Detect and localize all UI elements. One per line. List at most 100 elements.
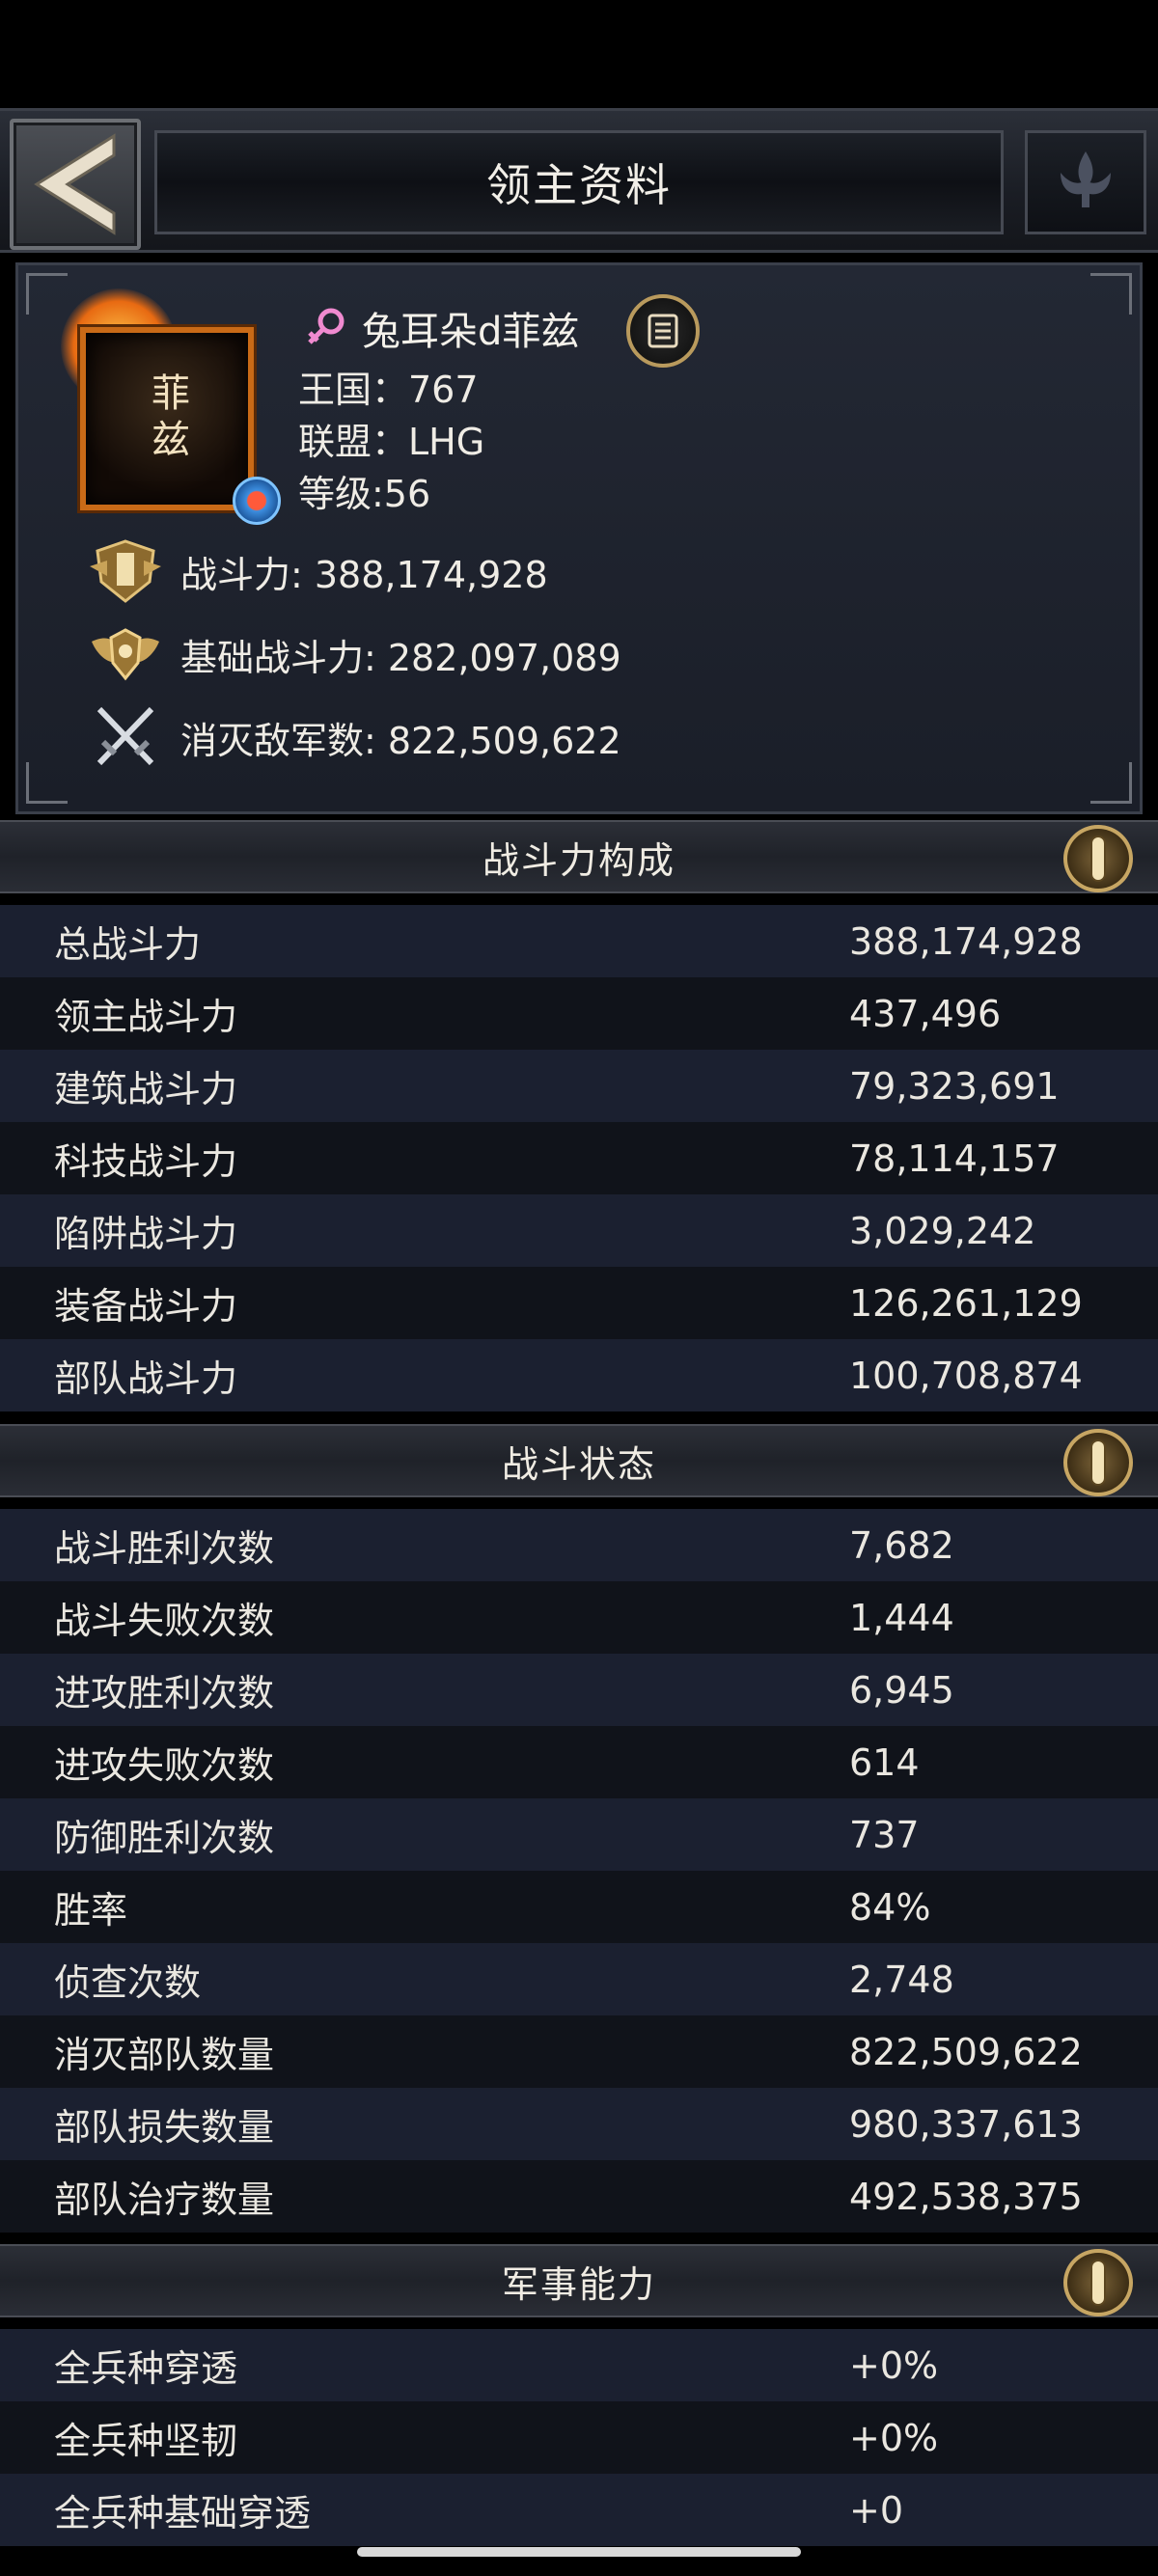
table-row: 战斗胜利次数 7,682 (0, 1509, 1158, 1581)
info-icon (1092, 1441, 1104, 1484)
power-value: 战斗力: 388,174,928 (180, 553, 548, 596)
row-value: 6,945 (849, 1668, 954, 1712)
home-indicator[interactable] (357, 2547, 801, 2557)
table-row: 侦查次数 2,748 (0, 1943, 1158, 2015)
section-title: 战斗力构成 (482, 838, 676, 882)
info-icon (1092, 837, 1104, 880)
row-value: 822,509,622 (849, 2030, 1083, 2073)
table-row: 全兵种穿透 +0% (0, 2329, 1158, 2401)
battle-info-button[interactable] (1063, 1429, 1133, 1496)
row-value: 100,708,874 (849, 1354, 1083, 1397)
power-stat: 战斗力: 388,174,928 (88, 537, 548, 605)
panel-corner (1090, 762, 1132, 804)
base-power-stat: 基础战斗力: 282,097,089 (88, 620, 621, 688)
row-label: 战斗胜利次数 (54, 1527, 275, 1570)
table-row: 部队战斗力 100,708,874 (0, 1339, 1158, 1411)
row-value: 7,682 (849, 1523, 954, 1567)
table-row: 胜率 84% (0, 1871, 1158, 1943)
table-row: 部队治疗数量 492,538,375 (0, 2160, 1158, 2233)
row-label: 全兵种基础穿透 (54, 2492, 312, 2535)
military-info-button[interactable] (1063, 2249, 1133, 2316)
player-name: 兔耳朵d菲兹 (362, 310, 580, 354)
military-table: 全兵种穿透 +0% 全兵种坚韧 +0% 全兵种基础穿透 +0 (0, 2329, 1158, 2546)
header: 领主资料 (0, 108, 1158, 253)
status-bar (0, 0, 1158, 108)
kills-value: 消灭敌军数: 822,509,622 (180, 719, 621, 762)
section-title: 战斗状态 (501, 1442, 656, 1486)
section-power-header: 战斗力构成 (0, 820, 1158, 893)
kills-stat: 消灭敌军数: 822,509,622 (88, 703, 621, 771)
table-row: 装备战斗力 126,261,129 (0, 1267, 1158, 1339)
table-row: 进攻失败次数 614 (0, 1726, 1158, 1798)
table-row: 全兵种坚韧 +0% (0, 2401, 1158, 2474)
power-info-button[interactable] (1063, 825, 1133, 892)
avatar: 菲兹 (80, 327, 254, 510)
row-value: 126,261,129 (849, 1281, 1083, 1325)
row-value: 1,444 (849, 1596, 954, 1639)
table-row: 科技战斗力 78,114,157 (0, 1122, 1158, 1194)
info-icon (1092, 2261, 1104, 2304)
row-value: 980,337,613 (849, 2102, 1083, 2146)
table-row: 领主战斗力 437,496 (0, 977, 1158, 1050)
panel-corner (1090, 273, 1132, 315)
row-label: 领主战斗力 (54, 996, 238, 1038)
panel-corner (26, 762, 68, 804)
level-text: 等级:56 (298, 473, 431, 515)
row-value: 492,538,375 (849, 2175, 1083, 2218)
table-row: 总战斗力 388,174,928 (0, 905, 1158, 977)
table-row: 战斗失败次数 1,444 (0, 1581, 1158, 1654)
back-arrow-icon (34, 133, 116, 235)
table-row: 防御胜利次数 737 (0, 1798, 1158, 1871)
row-value: +0% (849, 2343, 939, 2387)
table-row: 部队损失数量 980,337,613 (0, 2088, 1158, 2160)
row-label: 侦查次数 (54, 1961, 202, 2004)
row-value: 737 (849, 1813, 920, 1856)
row-label: 部队治疗数量 (54, 2179, 275, 2221)
row-value: 614 (849, 1740, 920, 1784)
row-label: 防御胜利次数 (54, 1817, 275, 1859)
row-value: 437,496 (849, 992, 1002, 1035)
battle-table: 战斗胜利次数 7,682 战斗失败次数 1,444 进攻胜利次数 6,945 进攻失败… (0, 1509, 1158, 2233)
list-icon (648, 314, 678, 348)
row-label: 进攻失败次数 (54, 1744, 275, 1787)
row-label: 建筑战斗力 (54, 1068, 238, 1110)
crest-button[interactable] (1025, 130, 1146, 234)
alliance-text: 联盟：LHG (298, 421, 485, 463)
section-title: 军事能力 (501, 2262, 656, 2306)
row-label: 消灭部队数量 (54, 2034, 275, 2076)
row-label: 部队损失数量 (54, 2106, 275, 2149)
avatar-frame[interactable]: 菲兹 (61, 288, 281, 530)
row-label: 陷阱战斗力 (54, 1213, 238, 1255)
row-value: 3,029,242 (849, 1209, 1036, 1252)
title-bar: 领主资料 (154, 130, 1004, 234)
row-value: 79,323,691 (849, 1064, 1060, 1108)
row-label: 部队战斗力 (54, 1357, 238, 1400)
row-value: 2,748 (849, 1958, 954, 2001)
table-row: 建筑战斗力 79,323,691 (0, 1050, 1158, 1122)
name-row: 兔耳朵d菲兹 (304, 300, 579, 356)
row-label: 全兵种穿透 (54, 2347, 238, 2390)
avatar-badge-icon (233, 477, 281, 525)
fleur-crest-icon (1061, 151, 1111, 207)
power-table: 总战斗力 388,174,928 领主战斗力 437,496 建筑战斗力 79,323… (0, 905, 1158, 1411)
base-power-value: 基础战斗力: 282,097,089 (180, 636, 621, 679)
row-label: 科技战斗力 (54, 1140, 238, 1183)
row-value: +0 (849, 2488, 904, 2532)
row-value: 78,114,157 (849, 1137, 1060, 1180)
table-row: 消灭部队数量 822,509,622 (0, 2015, 1158, 2088)
profile-detail-button[interactable] (626, 294, 700, 368)
table-row: 全兵种基础穿透 +0 (0, 2474, 1158, 2546)
section-battle-header: 战斗状态 (0, 1424, 1158, 1497)
row-label: 胜率 (54, 1889, 128, 1932)
row-value: 84% (849, 1885, 931, 1929)
winged-shield-icon (88, 620, 163, 688)
back-button[interactable] (10, 119, 141, 250)
female-gender-icon (308, 308, 345, 344)
row-label: 进攻胜利次数 (54, 1672, 275, 1714)
row-label: 全兵种坚韧 (54, 2420, 238, 2462)
row-value: 388,174,928 (849, 919, 1083, 963)
row-label: 总战斗力 (54, 923, 202, 966)
page-title: 领主资料 (486, 159, 672, 211)
crossed-swords-icon (88, 703, 163, 771)
power-shield-icon (88, 537, 163, 605)
